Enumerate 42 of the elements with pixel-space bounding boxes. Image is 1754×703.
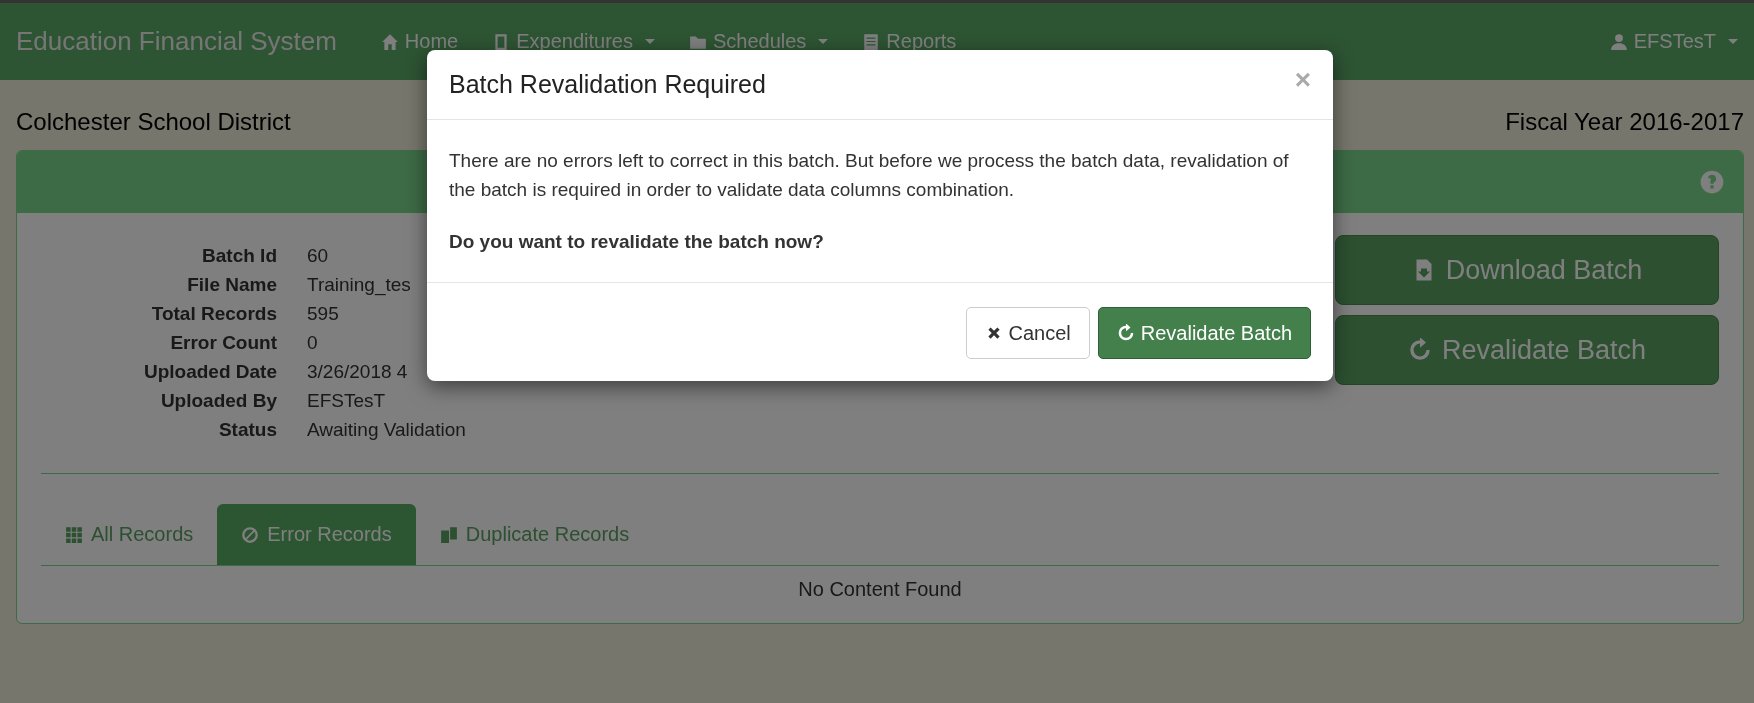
detail-value: Training_tes xyxy=(307,274,412,296)
copy-icon xyxy=(439,525,458,544)
refresh-icon xyxy=(1407,338,1432,362)
close-button[interactable]: × xyxy=(1294,64,1311,96)
detail-value: 3/26/2018 4 xyxy=(307,361,409,383)
ban-icon xyxy=(241,525,260,544)
detail-label: Status xyxy=(217,419,277,441)
detail-value: 0 xyxy=(307,332,319,354)
modal-message: There are no errors left to correct in this batch. But before we process the batch data, revalidation of the batch is required in order to validate data columns combination. xyxy=(449,149,1290,203)
action-button[interactable]: Revalidate Batch xyxy=(1335,315,1719,385)
records-tab[interactable]: Duplicate Records xyxy=(415,504,654,565)
detail-label: Uploaded Date xyxy=(142,361,277,383)
district-name: Colchester School District xyxy=(16,108,291,136)
nav-link[interactable]: Home xyxy=(380,30,459,53)
detail-value: Awaiting Validation xyxy=(307,419,466,441)
detail-label: File Name xyxy=(186,274,277,296)
detail-label: Batch Id xyxy=(201,245,277,267)
modal-title: Batch Revalidation Required xyxy=(449,70,766,99)
empty-message: No Content Found xyxy=(798,578,962,600)
detail-label: Error Count xyxy=(169,332,277,354)
detail-label: Uploaded By xyxy=(159,390,277,412)
detail-value: EFSTesT xyxy=(307,390,387,412)
grid-icon xyxy=(65,525,83,544)
revalidate-button[interactable]: Revalidate Batch xyxy=(1097,307,1311,360)
refresh-icon xyxy=(1116,324,1135,343)
detail-label: Total Records xyxy=(150,303,277,325)
home-icon xyxy=(380,32,399,51)
detail-value: 60 xyxy=(307,245,330,267)
user-icon xyxy=(1609,32,1628,51)
nav-link[interactable]: Reports xyxy=(862,30,957,53)
records-tab[interactable]: Error Records xyxy=(217,504,416,565)
modal-question: Do you want to revalidate the batch now? xyxy=(449,229,825,254)
records-tab[interactable]: All Records xyxy=(41,504,218,565)
fiscal-year: Fiscal Year 2016-2017 xyxy=(1505,108,1744,136)
action-button[interactable]: Download Batch xyxy=(1335,235,1719,305)
brand-title[interactable]: Education Financial System xyxy=(16,26,337,57)
help-icon[interactable] xyxy=(1699,169,1725,195)
user-menu[interactable]: EFSTesT xyxy=(1609,30,1738,53)
nav-link[interactable]: Expenditures xyxy=(492,30,655,53)
cancel-button[interactable]: Cancel xyxy=(965,307,1090,360)
detail-value: 595 xyxy=(307,303,340,325)
nav-link[interactable]: Schedules xyxy=(688,30,829,53)
